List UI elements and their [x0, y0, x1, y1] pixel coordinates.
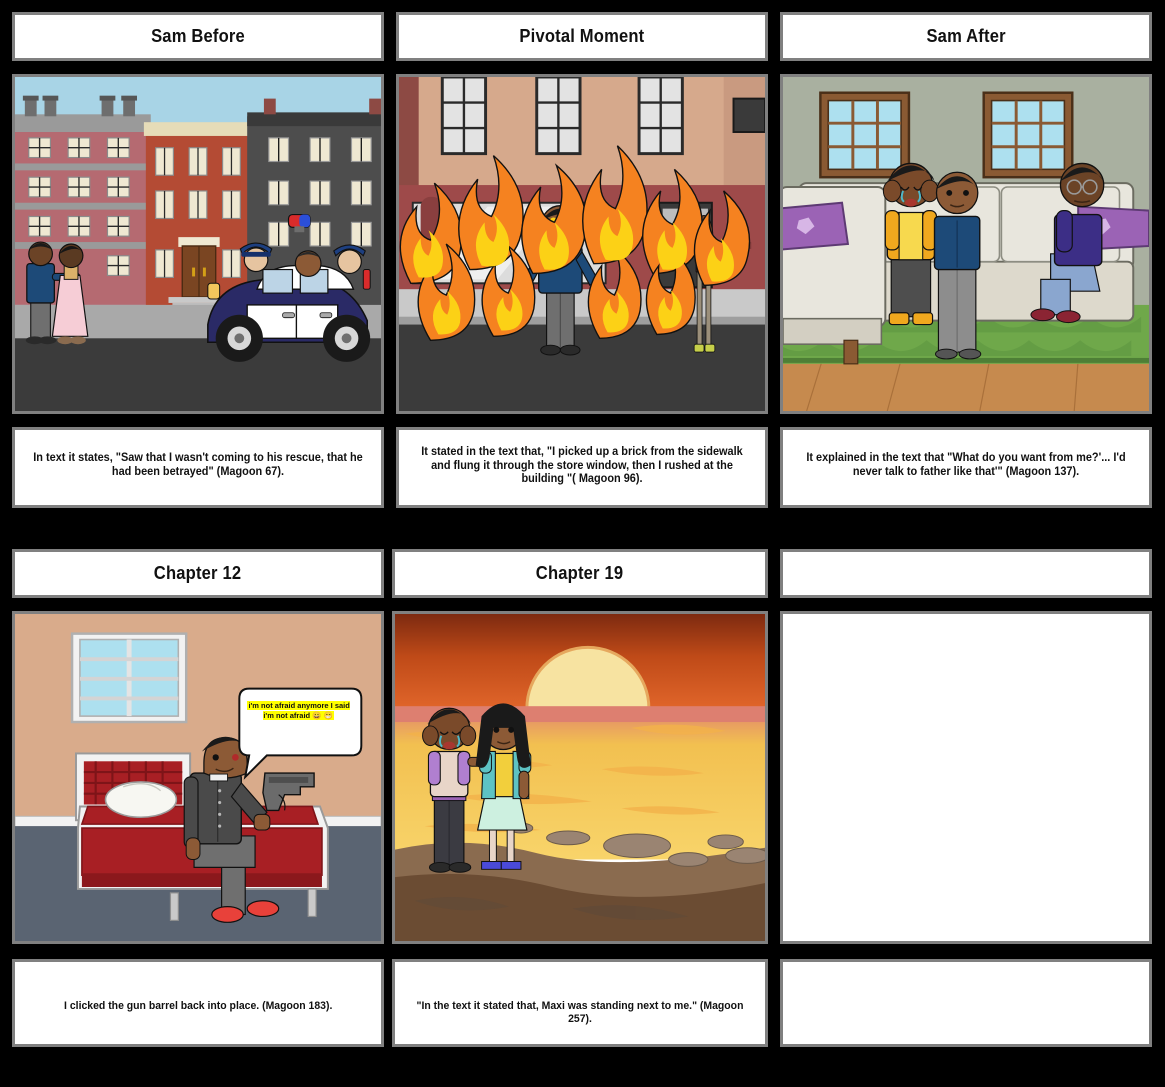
scene-city-street-police-car[interactable]	[12, 74, 384, 414]
window	[70, 632, 188, 724]
caption-box[interactable]: In text it states, "Saw that I wasn't co…	[12, 427, 384, 508]
title-text: Chapter 12	[154, 563, 242, 583]
title-cell-2-2[interactable]: Chapter 19	[392, 549, 768, 598]
title-box[interactable]: Sam Before	[12, 12, 384, 61]
character-mother-crying	[882, 162, 939, 326]
caption-cell-1-3[interactable]: It explained in the text that "What do y…	[780, 427, 1152, 508]
title-cell-1-1[interactable]: Sam Before	[12, 12, 384, 61]
window-right	[982, 91, 1074, 179]
caption-box[interactable]: It stated in the text that, "I picked up…	[396, 427, 768, 508]
scene-cell-2-2[interactable]	[392, 611, 768, 944]
title-cell-1-2[interactable]: Pivotal Moment	[396, 12, 768, 61]
scene-cell-1-3[interactable]	[780, 74, 1152, 414]
title-cell-2-1[interactable]: Chapter 12	[12, 549, 384, 598]
scene-sunset-shore[interactable]	[392, 611, 768, 944]
caption-text: It explained in the text that "What do y…	[806, 452, 1126, 478]
bedroom-illustration	[15, 614, 381, 941]
caption-box[interactable]: I clicked the gun barrel back into place…	[12, 959, 384, 1047]
speech-bubble-text: i'm not afraid anymore I said i'm not af…	[247, 700, 350, 720]
storyboard: Sam Before Pivotal Moment Sam After In t…	[0, 0, 1165, 1087]
caption-cell-2-1[interactable]: I clicked the gun barrel back into place…	[12, 959, 384, 1047]
caption-cell-2-3[interactable]	[780, 959, 1152, 1047]
title-text: Pivotal Moment	[519, 26, 645, 46]
title-box[interactable]: Chapter 12	[12, 549, 384, 598]
window-left	[819, 91, 911, 179]
title-box[interactable]: Chapter 19	[392, 549, 768, 598]
character-boy	[933, 171, 982, 360]
living-room-illustration	[783, 77, 1149, 411]
caption-cell-1-1[interactable]: In text it states, "Saw that I wasn't co…	[12, 427, 384, 508]
caption-text: I clicked the gun barrel back into place…	[63, 1000, 333, 1012]
scene-cell-1-2[interactable]	[396, 74, 768, 414]
caption-cell-1-2[interactable]: It stated in the text that, "I picked up…	[396, 427, 768, 508]
caption-text: "In the text it stated that, Maxi was st…	[416, 1000, 744, 1025]
title-box[interactable]: Pivotal Moment	[396, 12, 768, 61]
title-text: Sam After	[926, 26, 1006, 46]
scene-cell-1-1[interactable]	[12, 74, 384, 414]
title-cell-2-3[interactable]	[780, 549, 1152, 598]
scene-living-room-family[interactable]	[780, 74, 1152, 414]
scene-burning-storefront[interactable]	[396, 74, 768, 414]
caption-box[interactable]	[780, 959, 1152, 1047]
scene-empty[interactable]	[780, 611, 1152, 944]
scene-cell-2-1[interactable]: i'm not afraid anymore I said i'm not af…	[12, 611, 384, 944]
sunset-shore-illustration	[395, 614, 765, 941]
burning-storefront-illustration	[399, 77, 765, 411]
title-box[interactable]	[780, 549, 1152, 598]
title-box[interactable]: Sam After	[780, 12, 1152, 61]
city-street-illustration	[15, 77, 381, 411]
caption-box[interactable]: "In the text it stated that, Maxi was st…	[392, 959, 768, 1047]
police-officer-driver	[294, 250, 322, 278]
caption-text: It stated in the text that, "I picked up…	[421, 446, 743, 486]
cushion-left	[783, 201, 850, 251]
scene-cell-2-3[interactable]	[780, 611, 1152, 944]
caption-cell-2-2[interactable]: "In the text it stated that, Maxi was st…	[392, 959, 768, 1047]
title-cell-1-3[interactable]: Sam After	[780, 12, 1152, 61]
title-text: Sam Before	[151, 26, 245, 46]
caption-text: In text it states, "Saw that I wasn't co…	[33, 452, 363, 478]
caption-box[interactable]: It explained in the text that "What do y…	[780, 427, 1152, 508]
title-text: Chapter 19	[536, 563, 624, 583]
scene-bedroom-gun[interactable]: i'm not afraid anymore I said i'm not af…	[12, 611, 384, 944]
